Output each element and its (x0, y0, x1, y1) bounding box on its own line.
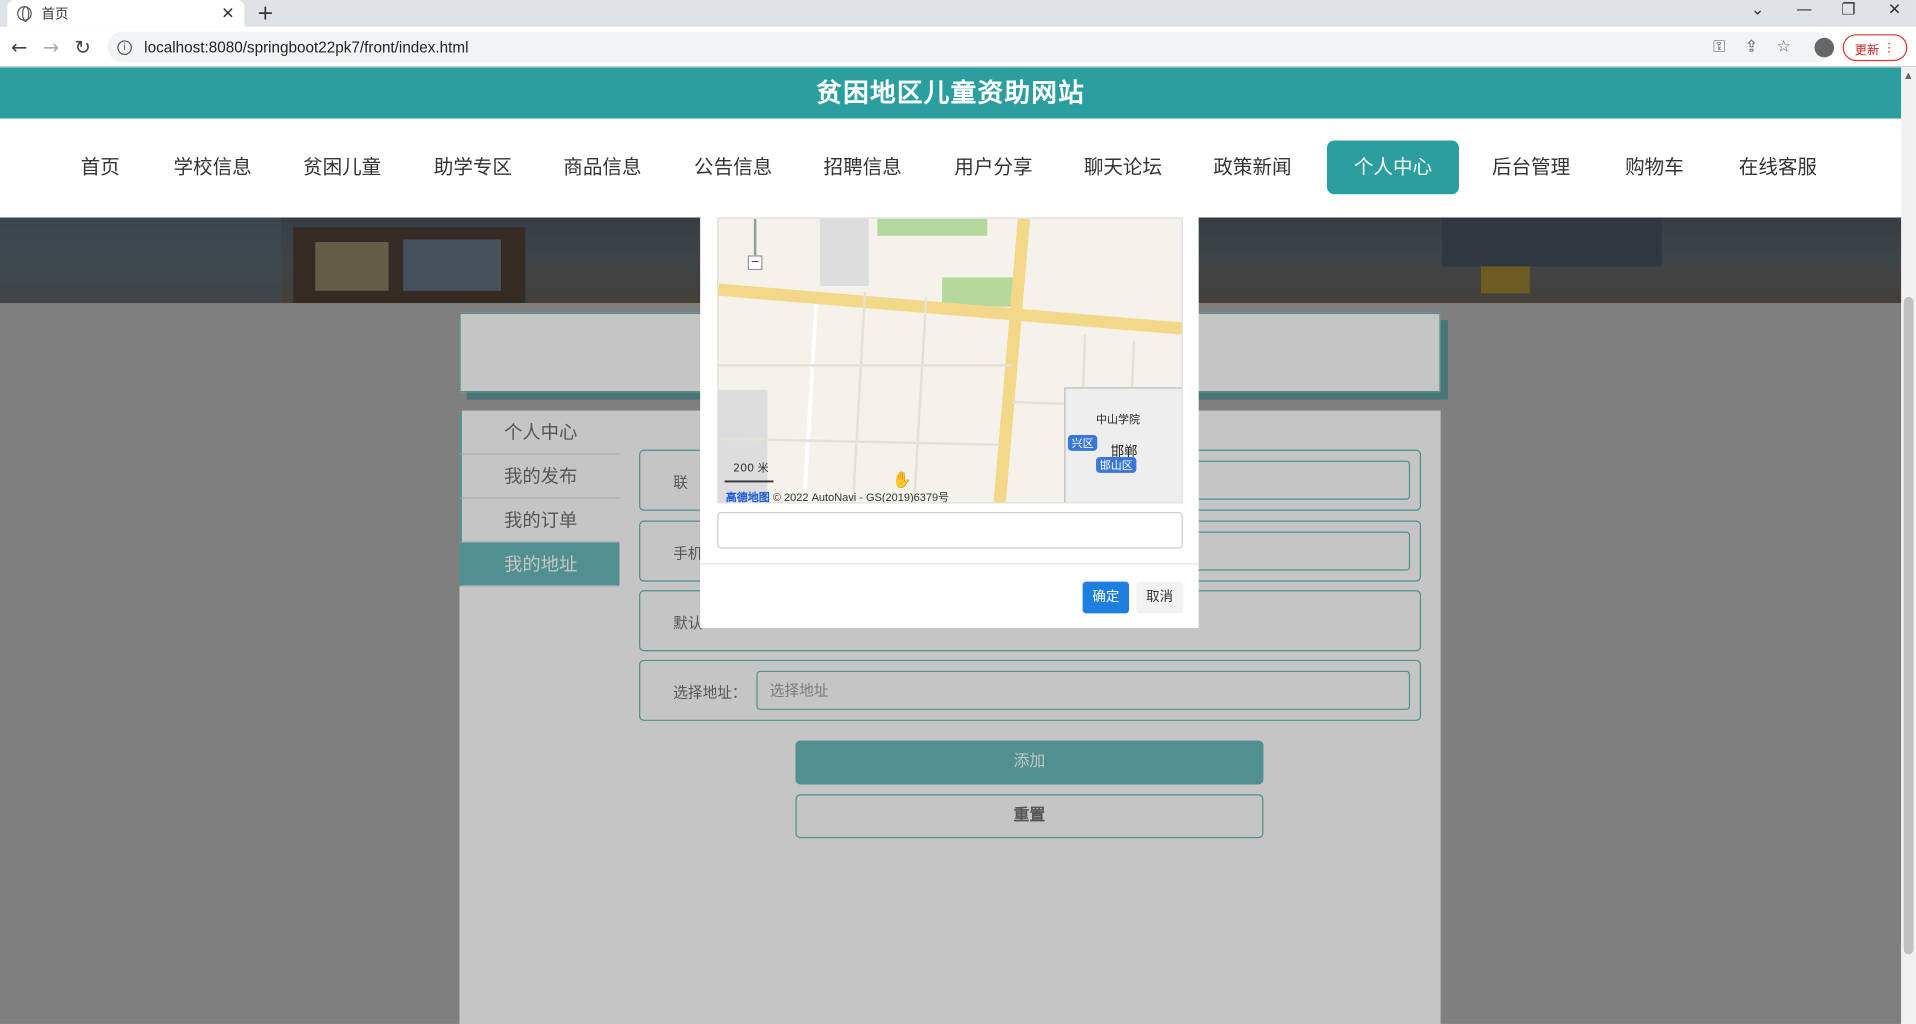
forward-icon[interactable]: → (43, 35, 59, 58)
nav-item-admin[interactable]: 后台管理 (1465, 141, 1597, 195)
update-label: 更新 (1854, 43, 1880, 57)
close-window-icon[interactable]: ✕ (1888, 1, 1901, 19)
info-icon[interactable]: i (117, 39, 132, 55)
map-picker-dialog: − 200 米 ✋ 高德地图 © 2022 AutoNavi - GS(2019… (700, 217, 1199, 629)
url-text: localhost:8080/springboot22pk7/front/ind… (144, 38, 469, 56)
nav-item-notices[interactable]: 公告信息 (667, 141, 799, 195)
close-tab-icon[interactable]: ✕ (221, 4, 234, 22)
nav-item-aid[interactable]: 助学专区 (407, 141, 539, 195)
nav-item-news[interactable]: 政策新闻 (1186, 141, 1318, 195)
map-search-input[interactable] (717, 511, 1183, 549)
url-field[interactable]: i localhost:8080/springboot22pk7/front/i… (107, 31, 1831, 63)
globe-icon (17, 6, 32, 22)
browser-tab[interactable]: 首页 ✕ (7, 0, 245, 27)
reset-button[interactable]: 重置 (795, 794, 1264, 839)
dialog-divider (700, 563, 1199, 565)
add-button[interactable]: 添加 (795, 740, 1264, 785)
profile-avatar[interactable] (1814, 37, 1835, 58)
map-view[interactable]: − 200 米 ✋ 高德地图 © 2022 AutoNavi - GS(2019… (717, 217, 1183, 504)
cancel-button[interactable]: 取消 (1136, 581, 1183, 614)
reload-icon[interactable]: ↻ (75, 35, 91, 58)
address-row: 选择地址： 选择地址 (639, 659, 1422, 721)
map-copyright: 高德地图 © 2022 AutoNavi - GS(2019)6379号 (725, 489, 950, 504)
user-sidebar: 个人中心 我的发布 我的订单 我的地址 (459, 410, 620, 587)
new-tab-icon[interactable]: + (257, 1, 274, 25)
sidebar-item-my-posts[interactable]: 我的发布 (459, 454, 620, 499)
page: 贫困地区儿童资助网站 首页 学校信息 贫困儿童 助学专区 商品信息 公告信息 招… (0, 67, 1902, 1024)
scrollbar-thumb[interactable] (1903, 296, 1914, 955)
sidebar-item-my-address[interactable]: 我的地址 (459, 542, 620, 587)
nav-item-personal-center[interactable]: 个人中心 (1326, 140, 1459, 195)
nav-item-jobs[interactable]: 招聘信息 (797, 141, 929, 195)
update-button[interactable]: 更新 ⋮ (1842, 34, 1908, 62)
key-icon[interactable]: ⚿ (1713, 38, 1725, 56)
confirm-button[interactable]: 确定 (1082, 581, 1130, 614)
page-scrollbar[interactable]: ▲ (1901, 67, 1916, 1024)
nav-item-share[interactable]: 用户分享 (927, 141, 1059, 195)
tab-title: 首页 (41, 6, 69, 22)
nav-item-home[interactable]: 首页 (54, 141, 147, 195)
nav-item-cart[interactable]: 购物车 (1598, 141, 1710, 195)
sidebar-item-personal-center[interactable]: 个人中心 (459, 410, 620, 455)
address-input[interactable]: 选择地址 (756, 670, 1411, 710)
star-icon[interactable]: ☆ (1777, 38, 1791, 56)
browser-tab-bar: 首页 ✕ + ⌄ — ❐ ✕ (0, 0, 1916, 27)
overview-minimap[interactable]: 中山学院 邯郸 兴区 邯山区 (1064, 387, 1182, 503)
minimize-icon[interactable]: — (1796, 1, 1812, 19)
tab-search-icon[interactable]: ⌄ (1751, 1, 1764, 19)
nav-item-schools[interactable]: 学校信息 (147, 141, 279, 195)
sidebar-item-my-orders[interactable]: 我的订单 (459, 498, 620, 543)
map-copyright-text: © 2022 AutoNavi - GS(2019)6379号 (772, 491, 950, 504)
nav-item-forum[interactable]: 聊天论坛 (1057, 141, 1189, 195)
main-nav: 首页 学校信息 贫困儿童 助学专区 商品信息 公告信息 招聘信息 用户分享 聊天… (0, 118, 1902, 218)
nav-item-service[interactable]: 在线客服 (1712, 141, 1844, 195)
restore-icon[interactable]: ❐ (1841, 1, 1855, 19)
amap-logo: 高德地图 (725, 491, 770, 504)
share-icon[interactable]: ⇪ (1745, 38, 1758, 56)
zoom-out-button[interactable]: − (747, 255, 763, 271)
scroll-up-icon[interactable]: ▲ (1905, 71, 1912, 81)
nav-item-children[interactable]: 贫困儿童 (276, 141, 408, 195)
address-bar: ← → ↻ i localhost:8080/springboot22pk7/f… (0, 26, 1916, 68)
map-scale: 200 米 (733, 463, 769, 476)
contact-label: 联 (673, 474, 688, 492)
address-label: 选择地址： (673, 684, 747, 702)
hand-cursor-icon: ✋ (891, 471, 912, 490)
phone-label: 手机 (673, 544, 703, 563)
back-icon[interactable]: ← (11, 35, 27, 58)
site-title: 贫困地区儿童资助网站 (0, 67, 1902, 119)
default-label: 默认 (673, 614, 703, 632)
minimap-label-1: 中山学院 (1096, 414, 1141, 427)
nav-item-goods[interactable]: 商品信息 (536, 141, 668, 195)
minimap-label-4: 邯山区 (1096, 456, 1137, 473)
minimap-label-3: 兴区 (1067, 434, 1098, 451)
